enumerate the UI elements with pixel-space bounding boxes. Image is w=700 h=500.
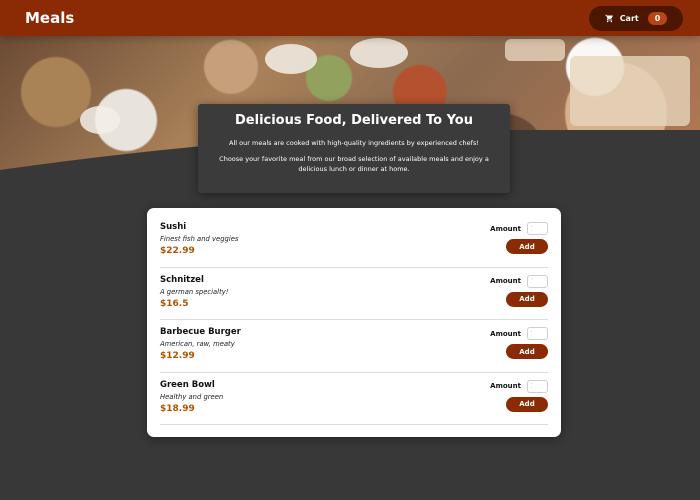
- food-tray: [505, 39, 565, 61]
- meal-price: $12.99: [160, 351, 195, 361]
- meal-description: A german specialty!: [160, 287, 229, 296]
- meal-item: Sushi Finest fish and veggies $22.99 Amo…: [160, 215, 548, 268]
- amount-input[interactable]: [527, 274, 548, 288]
- shopping-cart-icon: [605, 14, 614, 23]
- meal-description: Finest fish and veggies: [160, 235, 239, 243]
- add-button[interactable]: Add: [506, 291, 548, 307]
- amount-label: Amount: [490, 224, 521, 233]
- food-plate: [265, 44, 317, 74]
- add-button[interactable]: Add: [506, 344, 548, 359]
- amount-input[interactable]: [527, 222, 548, 235]
- meal-price: $18.99: [160, 403, 195, 414]
- meal-description: American, raw, meaty: [160, 340, 235, 348]
- summary-paragraph-1: All our meals are cooked with high-quali…: [229, 139, 479, 147]
- meal-price: $16.5: [160, 298, 189, 309]
- amount-input[interactable]: [527, 327, 548, 340]
- food-plate: [350, 38, 408, 68]
- meal-item: Barbecue Burger American, raw, meaty $12…: [160, 320, 548, 373]
- meal-item: Green Bowl Healthy and green $18.99 Amou…: [160, 373, 548, 425]
- meal-price: $22.99: [160, 246, 195, 256]
- meal-name: Schnitzel: [160, 274, 204, 285]
- summary-heading: Delicious Food, Delivered To You: [235, 113, 473, 128]
- amount-label: Amount: [490, 382, 521, 390]
- cart-button[interactable]: Cart 0: [589, 5, 683, 31]
- food-tray: [570, 56, 690, 126]
- cart-label: Cart: [619, 13, 639, 23]
- meal-name: Sushi: [160, 222, 187, 232]
- meal-description: Healthy and green: [160, 392, 224, 401]
- amount-label: Amount: [490, 329, 521, 338]
- app-header: Meals Cart 0: [0, 0, 700, 36]
- summary-paragraph-2: Choose your favorite meal from our broad…: [219, 155, 489, 173]
- meals-list: Sushi Finest fish and veggies $22.99 Amo…: [147, 208, 561, 437]
- summary-card: Delicious Food, Delivered To You All our…: [198, 104, 510, 193]
- meal-name: Green Bowl: [160, 379, 215, 390]
- meal-item: Schnitzel A german specialty! $16.5 Amou…: [160, 268, 548, 320]
- add-button[interactable]: Add: [506, 239, 548, 254]
- amount-label: Amount: [490, 277, 521, 285]
- amount-input[interactable]: [527, 379, 548, 393]
- meal-name: Barbecue Burger: [160, 327, 241, 337]
- app-title: Meals: [25, 9, 75, 27]
- cart-count-badge: 0: [647, 11, 668, 25]
- add-button[interactable]: Add: [506, 396, 548, 412]
